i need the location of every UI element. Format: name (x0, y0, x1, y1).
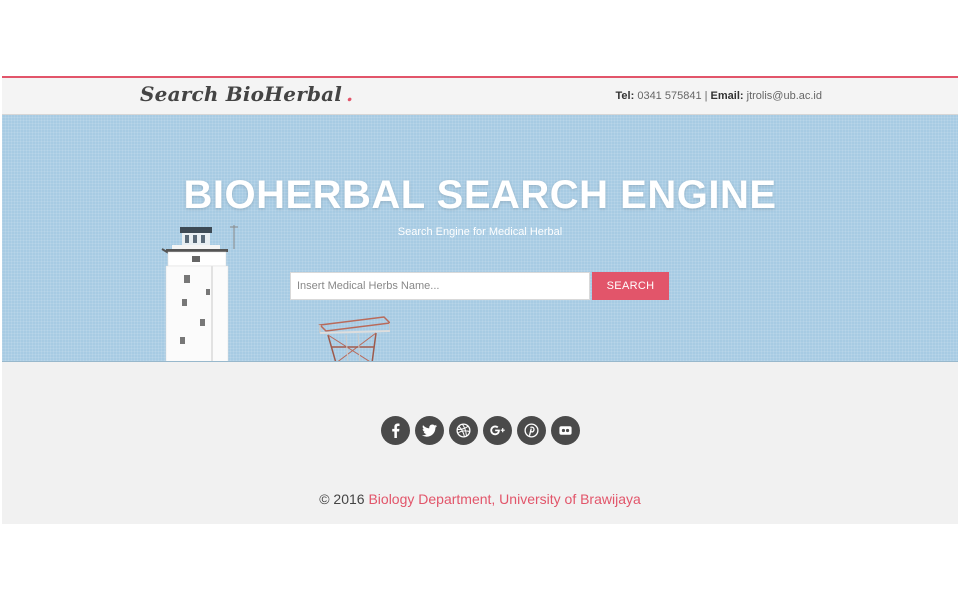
contact-separator: | (704, 90, 708, 102)
facebook-icon[interactable] (380, 416, 410, 445)
footer-department-link[interactable]: Biology Department, University of Brawij… (368, 491, 640, 507)
hero-banner: BIOHERBAL SEARCH ENGINE Search Engine fo… (2, 115, 958, 362)
footer-copyright: © 2016 (319, 491, 365, 507)
google-plus-icon[interactable] (482, 416, 512, 445)
search-input[interactable] (290, 272, 590, 300)
brand-dot: . (346, 82, 354, 106)
footer: © 2016 Biology Department, University of… (2, 491, 958, 507)
pinterest-icon[interactable] (516, 416, 546, 445)
contact-info: Tel: 0341 575841 | Email: jtrolis@ub.ac.… (616, 90, 822, 102)
brand-name: Search BioHerbal (140, 82, 343, 106)
page: Search BioHerbal. Tel: 0341 575841 | Ema… (2, 76, 958, 524)
search-button[interactable]: SEARCH (592, 272, 669, 300)
twitter-icon[interactable] (414, 416, 444, 445)
hero-title: BIOHERBAL SEARCH ENGINE (183, 173, 777, 217)
flickr-icon[interactable] (550, 416, 580, 445)
social-links (2, 416, 958, 445)
navbar: Search BioHerbal. Tel: 0341 575841 | Ema… (2, 78, 958, 115)
steel-tower-image (318, 316, 390, 361)
email-label: Email: (710, 90, 744, 102)
brand-logo[interactable]: Search BioHerbal. (140, 82, 353, 106)
lighthouse-image (161, 225, 238, 361)
hero-subtitle: Search Engine for Medical Herbal (397, 226, 563, 238)
email-value: jtrolis@ub.ac.id (746, 90, 822, 102)
tel-label: Tel: (615, 90, 635, 102)
dribbble-icon[interactable] (448, 416, 478, 445)
tel-value: 0341 575841 (637, 90, 702, 102)
